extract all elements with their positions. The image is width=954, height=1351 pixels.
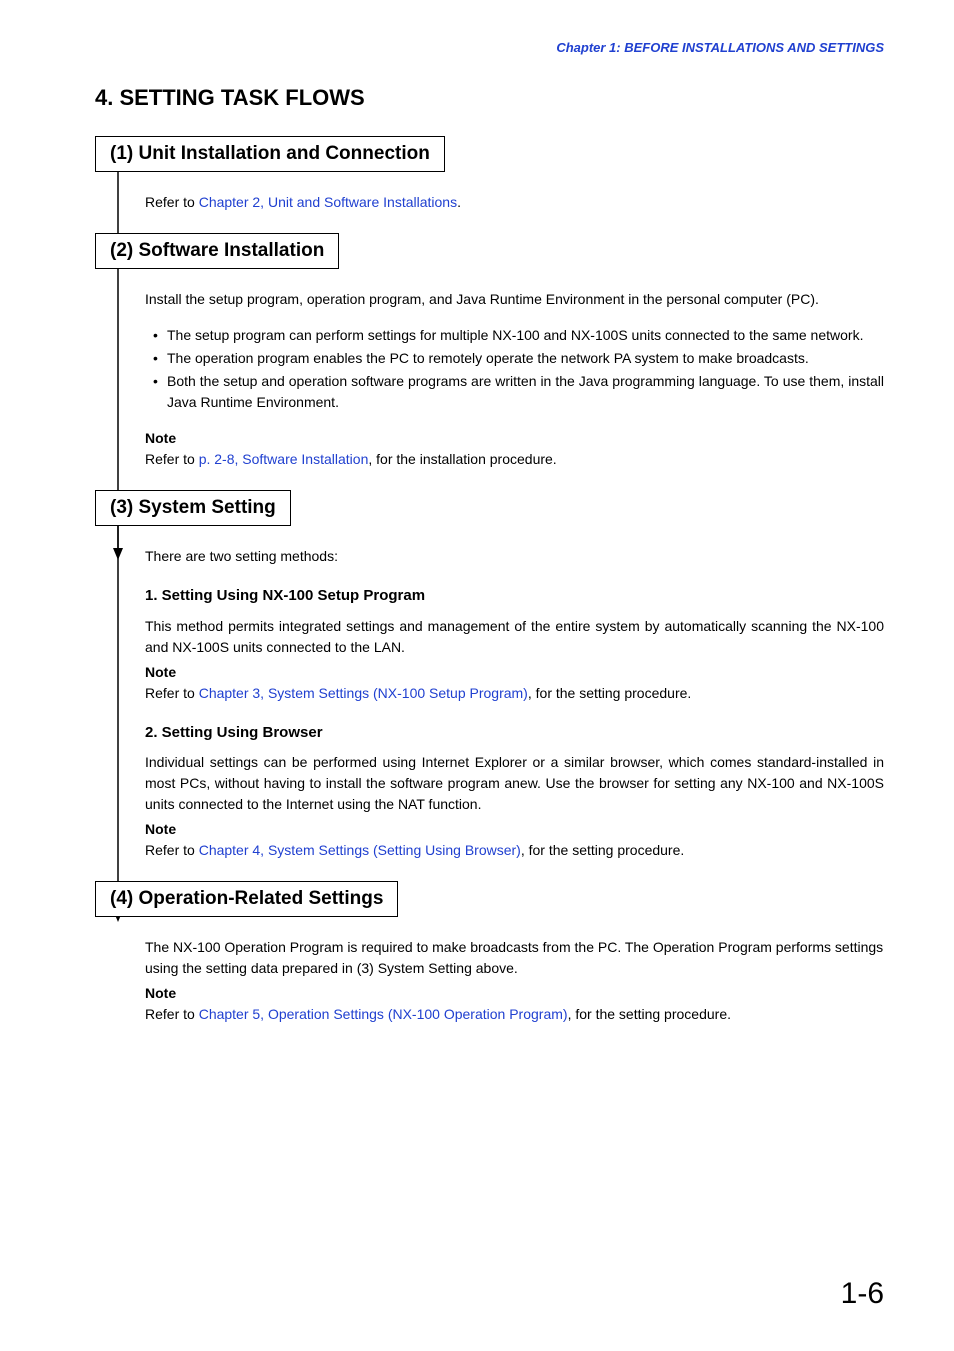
step-3-title: (3) System Setting [95, 490, 291, 526]
step-1-title: (1) Unit Installation and Connection [95, 136, 445, 172]
step-1-refer: Refer to Chapter 2, Unit and Software In… [145, 192, 884, 213]
chapter-3-link[interactable]: Chapter 3, System Settings (NX-100 Setup… [199, 685, 528, 701]
page-2-8-link[interactable]: p. 2-8, Software Installation [199, 451, 369, 467]
note-suffix: , for the installation procedure. [368, 451, 556, 467]
step-3-sub1-body: This method permits integrated settings … [145, 616, 884, 658]
step-3-sub1-title: 1. Setting Using NX-100 Setup Program [145, 585, 884, 608]
section-title: 4. SETTING TASK FLOWS [95, 85, 884, 111]
note-prefix: Refer to [145, 685, 199, 701]
note-label: Note [145, 428, 884, 449]
step-2-note: Refer to p. 2-8, Software Installation, … [145, 449, 884, 470]
step-3-sub2-title: 2. Setting Using Browser [145, 722, 884, 745]
note-suffix: , for the setting procedure. [568, 1006, 731, 1022]
chapter-4-link[interactable]: Chapter 4, System Settings (Setting Usin… [199, 842, 521, 858]
chapter-2-link[interactable]: Chapter 2, Unit and Software Installatio… [199, 194, 457, 210]
step-2-bullet-2: The operation program enables the PC to … [157, 348, 884, 369]
note-prefix: Refer to [145, 451, 199, 467]
note-suffix: , for the setting procedure. [521, 842, 684, 858]
page-number: 1-6 [841, 1277, 884, 1311]
step-4-title: (4) Operation-Related Settings [95, 881, 398, 917]
note-prefix: Refer to [145, 842, 199, 858]
step-4-body: The NX-100 Operation Program is required… [145, 937, 884, 979]
arrow-icon [112, 522, 124, 922]
step-2-bullet-3: Both the setup and operation software pr… [157, 371, 884, 413]
step-3-sub1-note: Refer to Chapter 3, System Settings (NX-… [145, 683, 884, 704]
step-2-intro: Install the setup program, operation pro… [145, 289, 884, 310]
note-label: Note [145, 662, 884, 683]
step-3-block: (3) System Setting There are two setting… [95, 490, 884, 881]
chapter-5-link[interactable]: Chapter 5, Operation Settings (NX-100 Op… [199, 1006, 568, 1022]
step-4-block: (4) Operation-Related Settings The NX-10… [95, 881, 884, 1045]
step-2-block: (2) Software Installation Install the se… [95, 233, 884, 490]
step-2-title: (2) Software Installation [95, 233, 339, 269]
chapter-header: Chapter 1: BEFORE INSTALLATIONS AND SETT… [95, 40, 884, 55]
note-prefix: Refer to [145, 1006, 199, 1022]
step-3-sub2-body: Individual settings can be performed usi… [145, 752, 884, 815]
step-1-block: (1) Unit Installation and Connection Ref… [95, 136, 884, 233]
note-label: Note [145, 983, 884, 1004]
step-3-intro: There are two setting methods: [145, 546, 884, 567]
refer-text-suffix: . [457, 194, 461, 210]
refer-text-prefix: Refer to [145, 194, 199, 210]
note-suffix: , for the setting procedure. [528, 685, 691, 701]
note-label: Note [145, 819, 884, 840]
step-3-sub2-note: Refer to Chapter 4, System Settings (Set… [145, 840, 884, 861]
step-2-bullet-1: The setup program can perform settings f… [157, 325, 884, 346]
step-4-note: Refer to Chapter 5, Operation Settings (… [145, 1004, 884, 1025]
